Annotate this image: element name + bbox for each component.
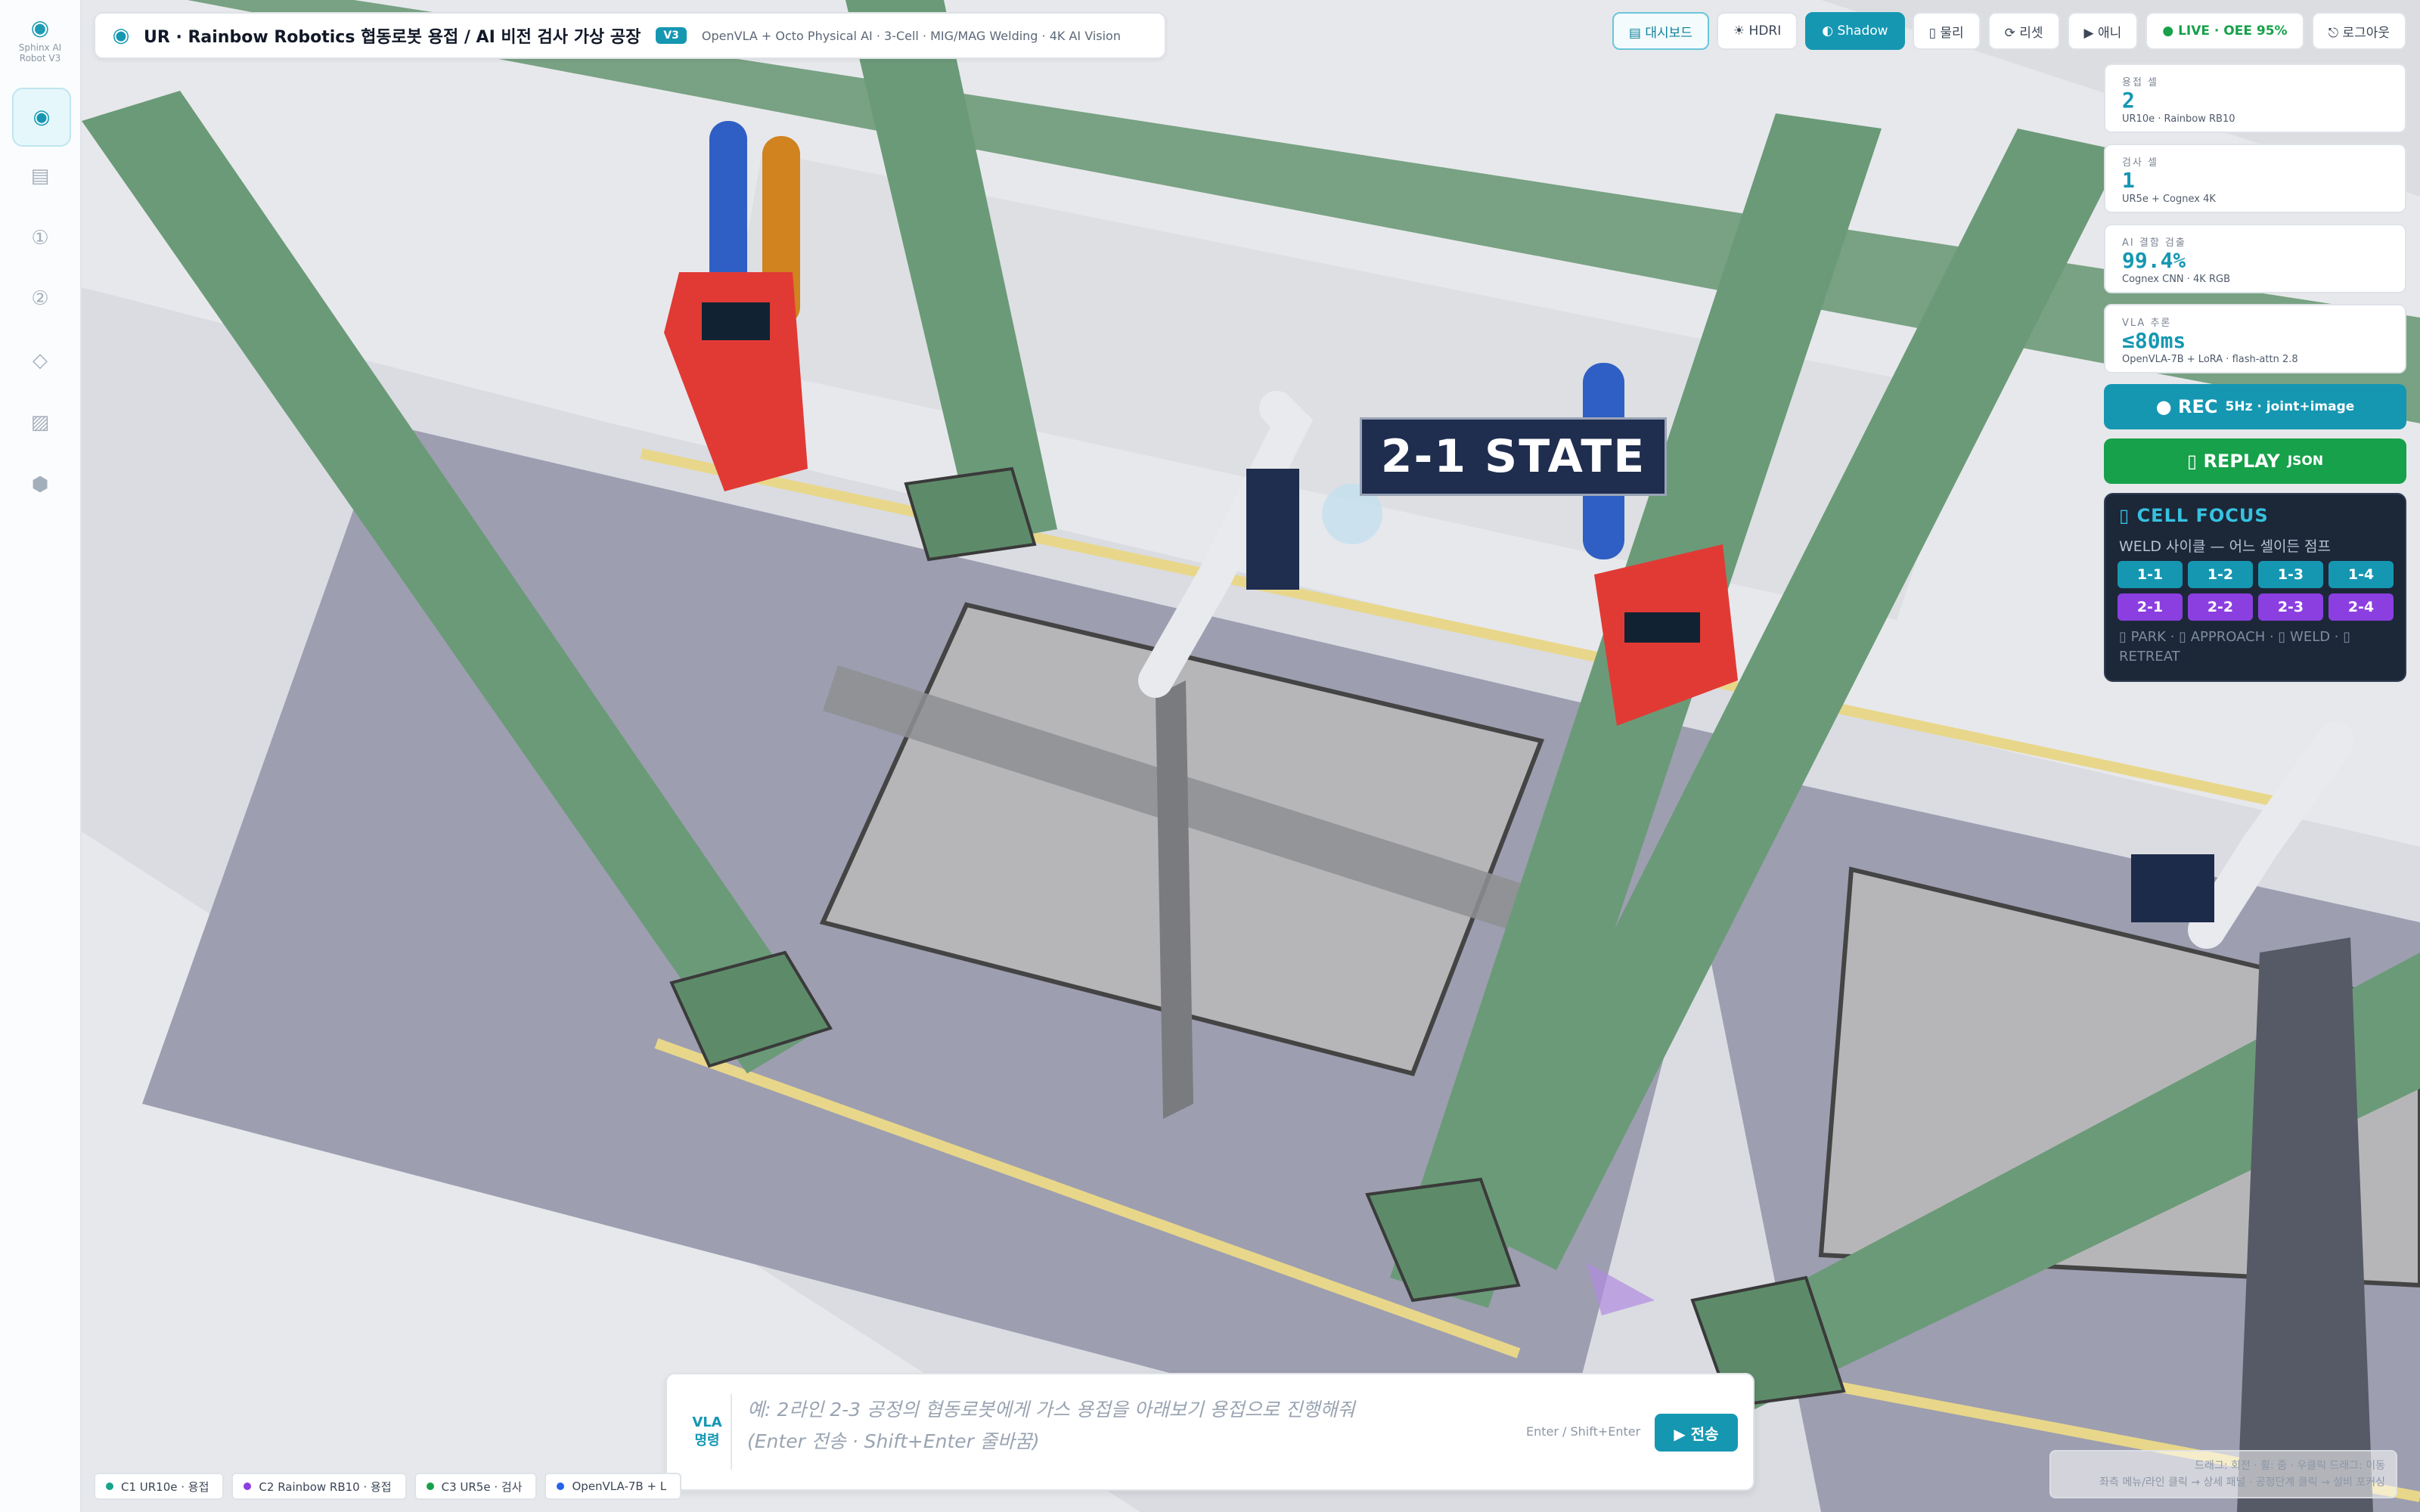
stat-label: 검사 셀 [2122,157,2159,169]
animation-button[interactable]: ▶ 애니 [2067,12,2139,50]
stat-caption: OpenVLA-7B + LoRA · flash-attn 2.8 [2122,354,2298,365]
status-dot-icon [106,1483,113,1490]
stat-inspection-cells: 검사 셀 1 UR5e + Cognex 4K [2104,144,2406,213]
line2-icon: ② [31,287,49,310]
rail-hex-button[interactable]: ⬢ [12,457,68,513]
status-dot-icon [244,1483,252,1490]
reset-button[interactable]: ⟳ 리셋 [1987,12,2060,50]
stats-panel: 용접 셀 2 UR10e · Rainbow RB10 검사 셀 1 UR5e … [2104,64,2406,682]
cell-focus-grid: 1-1 1-2 1-3 1-4 2-1 2-2 2-3 2-4 [2118,561,2394,621]
status-dot-icon [557,1483,565,1490]
cell-button-2-3[interactable]: 2-3 [2258,593,2323,621]
chip-label: C1 UR10e · 용접 [121,1479,209,1494]
rail-layers-button[interactable]: ▨ [12,395,68,451]
stat-label: AI 결함 검출 [2122,237,2186,249]
cell-state-label: 2-1 STATE [1360,417,1667,496]
grid-icon: ▤ [30,165,50,187]
stat-value: ≤80ms [2122,328,2186,353]
shadow-toggle[interactable]: ◐ Shadow [1805,12,1905,50]
replay-detail: JSON [2287,454,2324,469]
status-dot-icon [426,1483,434,1490]
rail-diamond-button[interactable]: ◇ [12,333,68,389]
cell-button-1-3[interactable]: 1-3 [2258,561,2323,588]
stat-value: 2 [2122,88,2135,113]
help-line: 좌측 메뉴/라인 클릭 → 상세 패널 · 공정단계 클릭 → 설비 포커싱 [2099,1476,2385,1489]
stat-ai-defect-detection: AI 결함 검출 99.4% Cognex CNN · 4K RGB [2104,224,2406,293]
chip-c2[interactable]: C2 Rainbow RB10 · 용접 [231,1473,407,1500]
stat-label: 용접 셀 [2122,77,2159,88]
stat-weld-cells: 용접 셀 2 UR10e · Rainbow RB10 [2104,64,2406,133]
chip-label: C3 UR5e · 검사 [441,1479,523,1494]
cell-focus-subtitle: WELD 사이클 — 어느 셀이든 점프 [2119,538,2332,555]
line1-icon: ① [31,227,49,249]
logout-button[interactable]: ⎋ 로그아웃 [2311,12,2406,50]
rail-line1-button[interactable]: ① [12,210,68,266]
divider [731,1394,732,1470]
stat-value: 1 [2122,168,2135,193]
page-subtitle: OpenVLA + Octo Physical AI · 3-Cell · MI… [701,28,1121,43]
vla-command-bar: VLA 명령 Enter / Shift+Enter ▶ 전송 [666,1373,1754,1491]
target-icon: ◉ [33,106,51,129]
brand-name: Sphinx AI Robot V3 [18,42,62,64]
cell-focus-panel: ▯ CELL FOCUS WELD 사이클 — 어느 셀이든 점프 1-1 1-… [2104,493,2406,682]
stat-caption: UR10e · Rainbow RB10 [2122,113,2235,125]
version-badge: V3 [656,27,687,44]
stat-label: VLA 추론 [2122,318,2172,329]
cell-button-1-4[interactable]: 1-4 [2328,561,2394,588]
replay-button[interactable]: ▯ REPLAY JSON [2104,438,2406,484]
page-title: UR · Rainbow Robotics 협동로봇 용접 / AI 비전 검사… [144,28,641,47]
chip-c3[interactable]: C3 UR5e · 검사 [414,1473,538,1500]
chip-openvla[interactable]: OpenVLA-7B + L [544,1473,682,1500]
record-detail: 5Hz · joint+image [2225,399,2355,414]
rail-line2-button[interactable]: ② [12,271,68,327]
brand: ◉ Sphinx AI Robot V3 [0,17,80,64]
send-button[interactable]: ▶ 전송 [1655,1414,1738,1452]
brand-logo-icon: ◉ [30,15,50,40]
hex-icon: ⬢ [31,473,49,496]
weld-cycle-legend: ▯ PARK · ▯ APPROACH · ▯ WELD · ▯ RETREAT [2119,629,2351,665]
factory-3d-viewport[interactable]: 2-1 STATE [82,0,2420,1512]
cell-button-2-4[interactable]: 2-4 [2328,593,2394,621]
record-button[interactable]: ● REC 5Hz · joint+image [2104,384,2406,429]
help-line: 드래그: 회전 · 휠: 줌 · 우클릭 드래그: 이동 [2195,1460,2385,1472]
vla-command-input[interactable] [746,1393,1490,1471]
controls-help: 드래그: 회전 · 휠: 줌 · 우클릭 드래그: 이동 좌측 메뉴/라인 클릭… [2049,1450,2397,1498]
record-label: ● REC [2155,396,2218,417]
stat-value: 99.4% [2122,248,2186,273]
vla-command-tag: VLA 명령 [692,1414,722,1448]
diamond-icon: ◇ [33,349,48,372]
chip-label: C2 Rainbow RB10 · 용접 [259,1479,392,1494]
stat-vla-inference: VLA 추론 ≤80ms OpenVLA-7B + LoRA · flash-a… [2104,304,2406,373]
cell-button-1-2[interactable]: 1-2 [2188,561,2253,588]
cell-button-2-2[interactable]: 2-2 [2188,593,2253,621]
layers-icon: ▨ [30,411,50,434]
stat-caption: UR5e + Cognex 4K [2122,194,2216,205]
target-icon: ◉ [112,24,130,47]
rail-grid-button[interactable]: ▤ [12,148,68,204]
title-bar: ◉ UR · Rainbow Robotics 협동로봇 용접 / AI 비전 … [94,12,1166,59]
left-rail: ◉ Sphinx AI Robot V3 ◉ ▤ ① ② ◇ ▨ ⬢ [0,0,82,1512]
robot-legend-chips: C1 UR10e · 용접 C2 Rainbow RB10 · 용접 C3 UR… [94,1473,682,1500]
chip-c1[interactable]: C1 UR10e · 용접 [94,1473,225,1500]
factory-scene [82,0,2420,1512]
dashboard-button[interactable]: ▤ 대시보드 [1612,12,1709,50]
replay-label: ▯ REPLAY [2186,451,2280,472]
hdri-button[interactable]: ☀ HDRI [1716,12,1798,50]
cell-button-2-1[interactable]: 2-1 [2118,593,2183,621]
rail-target-button[interactable]: ◉ [12,88,71,147]
stat-caption: Cognex CNN · 4K RGB [2122,274,2230,285]
cell-button-1-1[interactable]: 1-1 [2118,561,2183,588]
keyboard-hint: Enter / Shift+Enter [1526,1424,1641,1439]
live-oee-status[interactable]: ● LIVE · OEE 95% [2145,12,2304,50]
chip-label: OpenVLA-7B + L [572,1479,667,1493]
cell-focus-title: ▯ CELL FOCUS [2119,505,2269,526]
top-toolbar: ▤ 대시보드 ☀ HDRI ◐ Shadow ▯ 물리 ⟳ 리셋 ▶ 애니 ● … [1612,12,2406,50]
physics-button[interactable]: ▯ 물리 [1912,12,1981,50]
